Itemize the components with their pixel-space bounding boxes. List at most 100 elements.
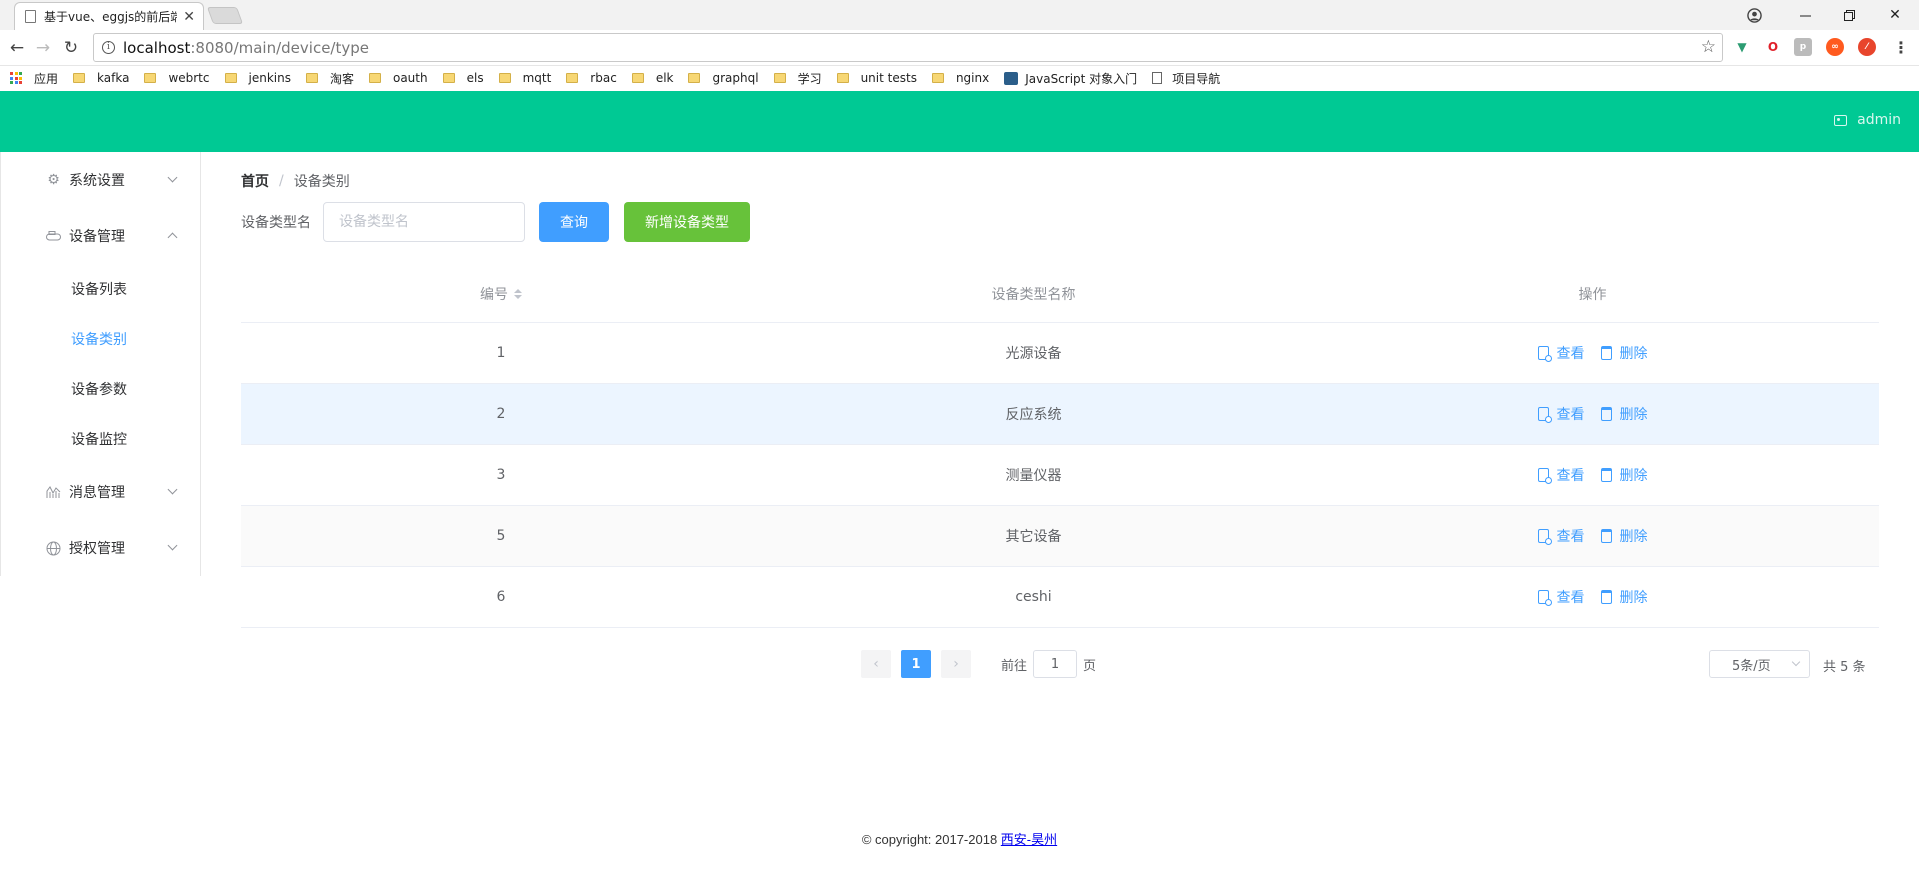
opera-extension-icon[interactable]: O [1764,38,1782,56]
bookmark-rbac[interactable]: rbac [566,71,617,85]
submenu-device-type[interactable]: 设备类别 [71,314,127,364]
bookmark-jenkins[interactable]: jenkins [224,71,291,85]
next-page-button[interactable]: › [941,650,971,678]
view-label: 查看 [1556,407,1585,423]
page-size-value: 5条/页 [1732,658,1771,674]
reload-icon[interactable]: ↻ [60,37,82,59]
bookmark-mqtt[interactable]: mqtt [498,71,551,85]
browser-toolbar: ← → ↻ i localhost:8080/main/device/type … [0,30,1919,66]
goto-prefix: 前往 [1001,658,1028,674]
menu-label: 消息管理 [69,485,125,501]
add-device-type-button[interactable]: 新增设备类型 [624,202,750,242]
cell-name: 反应系统 [1005,407,1062,423]
bookmark-els[interactable]: els [442,71,484,85]
menu-system-settings[interactable]: ⚙ 系统设置 [46,152,186,208]
folder-icon [368,73,381,83]
cell-id: 3 [496,467,506,483]
footer-link[interactable]: 西安-昊州 [1001,832,1057,847]
bookmark-kafka[interactable]: kafka [73,71,129,85]
user-menu[interactable]: admin [1834,112,1901,128]
goto-page-input[interactable] [1033,650,1078,678]
back-icon[interactable]: ← [6,37,28,59]
site-info-icon[interactable]: i [102,41,115,54]
bookmark-unit-tests[interactable]: unit tests [836,71,917,85]
browser-menu-icon[interactable]: ⋮ [1892,38,1910,57]
restore-icon[interactable] [1834,0,1864,30]
profile-icon[interactable] [1740,0,1768,30]
delete-button[interactable]: 删除 [1600,587,1648,607]
postman-extension-icon[interactable]: ⁄ [1858,38,1876,56]
submenu-device-params[interactable]: 设备参数 [71,364,127,414]
cell-id: 6 [496,589,506,605]
submenu-device-monitor[interactable]: 设备监控 [71,414,127,464]
minimize-icon[interactable] [1790,0,1820,30]
bookmark-star-icon[interactable]: ☆ [1701,37,1716,57]
apps-grid-icon [10,72,22,84]
close-window-icon[interactable]: ✕ [1880,0,1910,30]
bookmark-label: kafka [97,71,130,85]
menu-device-management[interactable]: 设备管理 [46,208,186,264]
bookmark-project-nav[interactable]: 项目导航 [1152,70,1220,87]
page-favicon-icon [25,10,36,23]
view-button[interactable]: 查看 [1537,465,1585,485]
bookmark-graphql[interactable]: graphql [688,71,759,85]
view-button[interactable]: 查看 [1537,587,1585,607]
menu-message-management[interactable]: 消息管理 [46,464,186,520]
folder-icon [305,73,318,83]
page-number-current[interactable]: 1 [901,650,931,678]
cell-name: 测量仪器 [1005,468,1062,484]
bookmark-elk[interactable]: elk [631,71,673,85]
url-host: localhost [123,38,191,57]
bookmark-javascript[interactable]: JavaScript 对象入门 [1004,70,1137,87]
pdf-extension-icon[interactable]: p [1794,38,1812,56]
view-label: 查看 [1556,346,1585,362]
chevron-up-icon [167,232,178,243]
view-icon [1537,346,1552,362]
prev-page-button[interactable]: ‹ [861,650,891,678]
column-header-id[interactable]: 编号 [241,266,761,322]
delete-button[interactable]: 删除 [1600,465,1648,485]
folder-icon [144,73,157,83]
page-size-select[interactable]: 5条/页 [1709,650,1810,678]
browser-tab[interactable]: 基于vue、eggjs的前后端 ✕ [14,2,204,30]
bookmark-label: graphql [712,71,759,85]
vue-devtools-icon[interactable]: ▼ [1733,38,1751,56]
bookmark-nginx[interactable]: nginx [931,71,990,85]
forward-icon[interactable]: → [32,37,54,59]
submenu-device-list[interactable]: 设备列表 [71,264,127,314]
pagination: ‹ 1 › 前往 页 [861,650,1096,678]
delete-button[interactable]: 删除 [1600,526,1648,546]
trash-icon [1600,529,1612,543]
footer: © copyright: 2017-2018 西安-昊州 [0,829,1919,848]
bookmark-label: webrtc [168,71,210,85]
view-button[interactable]: 查看 [1537,404,1585,424]
infinity-extension-icon[interactable]: ∞ [1826,38,1844,56]
cell-ops: 查看 删除 [1306,506,1879,566]
breadcrumb-home[interactable]: 首页 [241,171,269,191]
type-name-input[interactable] [323,202,525,242]
search-button[interactable]: 查询 [539,202,609,242]
bookmark-taoke[interactable]: 淘客 [305,70,354,87]
bookmark-apps[interactable]: 应用 [10,70,58,87]
goto-suffix: 页 [1083,658,1097,674]
close-tab-icon[interactable]: ✕ [183,9,195,25]
delete-button[interactable]: 删除 [1600,404,1648,424]
bookmark-label: nginx [955,71,990,85]
trash-icon [1600,346,1612,360]
delete-label: 删除 [1619,346,1648,362]
sort-caret-icon[interactable] [514,289,522,299]
cell-ops: 查看 删除 [1306,384,1879,444]
breadcrumb: 首页 / 设备类别 [241,171,350,191]
folder-icon [442,73,455,83]
bookmark-study[interactable]: 学习 [773,70,822,87]
menu-auth-management[interactable]: 授权管理 [46,520,186,576]
view-button[interactable]: 查看 [1537,526,1585,546]
copyright-text: © copyright: 2017-2018 [861,832,1001,847]
new-tab-button[interactable] [206,7,244,24]
bookmark-label: unit tests [860,71,917,85]
address-bar[interactable]: i localhost:8080/main/device/type ☆ [93,33,1723,62]
bookmark-oauth[interactable]: oauth [368,71,428,85]
view-button[interactable]: 查看 [1537,343,1585,363]
bookmark-webrtc[interactable]: webrtc [144,71,210,85]
delete-button[interactable]: 删除 [1600,343,1648,363]
